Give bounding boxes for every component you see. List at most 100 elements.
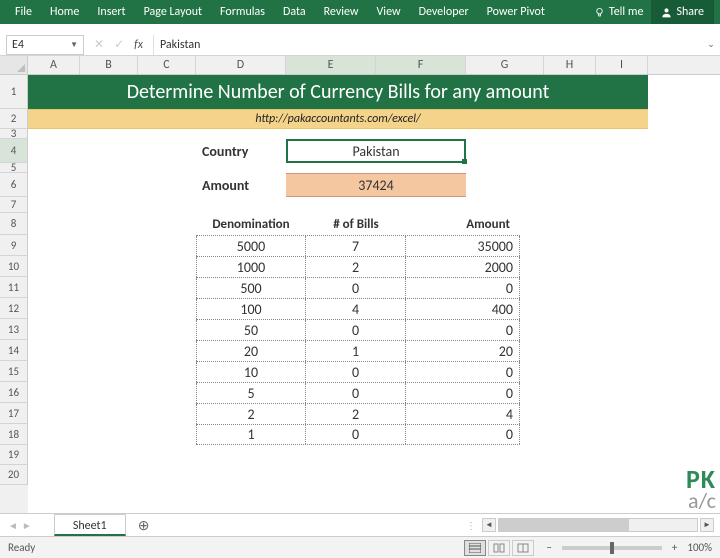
col-E[interactable]: E: [286, 56, 376, 74]
zoom-level[interactable]: 100%: [687, 541, 712, 554]
table-row[interactable]: 224: [196, 403, 520, 424]
row-14[interactable]: 14: [0, 340, 28, 361]
cell-amount[interactable]: 0: [406, 383, 520, 403]
cell-bills[interactable]: 7: [306, 236, 406, 256]
cell-bills[interactable]: 2: [306, 404, 406, 424]
cell-amount[interactable]: 2000: [406, 257, 520, 277]
tab-formulas[interactable]: Formulas: [211, 0, 274, 24]
cell-amount[interactable]: 4: [406, 404, 520, 424]
cell-amount[interactable]: 0: [406, 425, 520, 444]
table-row[interactable]: 100022000: [196, 256, 520, 277]
cell-denom[interactable]: 50: [196, 320, 306, 340]
name-box[interactable]: E4 ▼: [6, 35, 84, 55]
table-row[interactable]: 5000: [196, 319, 520, 340]
cell-amount[interactable]: 0: [406, 320, 520, 340]
cell-denom[interactable]: 1000: [196, 257, 306, 277]
cell-denom[interactable]: 5: [196, 383, 306, 403]
cells-area[interactable]: Determine Number of Currency Bills for a…: [28, 75, 720, 513]
cell-bills[interactable]: 0: [306, 320, 406, 340]
cell-denom[interactable]: 2: [196, 404, 306, 424]
tab-review[interactable]: Review: [315, 0, 368, 24]
table-row[interactable]: 20120: [196, 340, 520, 361]
nav-next-icon[interactable]: ►: [22, 519, 32, 532]
cell-amount[interactable]: 20: [406, 341, 520, 361]
cell-bills[interactable]: 0: [306, 425, 406, 444]
cell-bills[interactable]: 1: [306, 341, 406, 361]
zoom-out-button[interactable]: −: [546, 541, 551, 554]
add-sheet-button[interactable]: ⊕: [134, 515, 154, 535]
table-row[interactable]: 500: [196, 382, 520, 403]
row-1[interactable]: 1: [0, 75, 28, 109]
tab-power-pivot[interactable]: Power Pivot: [478, 0, 554, 24]
table-row[interactable]: 1004400: [196, 298, 520, 319]
col-C[interactable]: C: [138, 56, 196, 74]
row-3[interactable]: 3: [0, 129, 28, 139]
cell-amount[interactable]: 400: [406, 299, 520, 319]
row-12[interactable]: 12: [0, 298, 28, 319]
row-9[interactable]: 9: [0, 235, 28, 256]
col-G[interactable]: G: [466, 56, 544, 74]
table-row[interactable]: 100: [196, 424, 520, 445]
scroll-left-icon[interactable]: ◄: [482, 518, 496, 532]
table-row[interactable]: 50000: [196, 277, 520, 298]
title-cell[interactable]: Determine Number of Currency Bills for a…: [28, 75, 648, 109]
cell-bills[interactable]: 0: [306, 383, 406, 403]
row-6[interactable]: 6: [0, 173, 28, 197]
scrollbar-thumb[interactable]: [499, 519, 629, 531]
col-A[interactable]: A: [28, 56, 80, 74]
row-7[interactable]: 7: [0, 197, 28, 213]
tab-file[interactable]: File: [6, 0, 41, 24]
cell-amount[interactable]: 0: [406, 278, 520, 298]
col-H[interactable]: H: [544, 56, 596, 74]
cell-bills[interactable]: 2: [306, 257, 406, 277]
country-cell[interactable]: Pakistan: [286, 139, 466, 163]
cell-denom[interactable]: 10: [196, 362, 306, 382]
row-15[interactable]: 15: [0, 361, 28, 382]
nav-prev-icon[interactable]: ◄: [8, 519, 18, 532]
cell-denom[interactable]: 500: [196, 278, 306, 298]
tell-me[interactable]: Tell me: [586, 5, 652, 19]
fx-icon[interactable]: fx: [134, 38, 143, 52]
zoom-in-button[interactable]: +: [672, 541, 677, 554]
select-all-triangle[interactable]: [0, 56, 28, 74]
view-page-layout-icon[interactable]: [488, 540, 510, 556]
row-13[interactable]: 13: [0, 319, 28, 340]
row-17[interactable]: 17: [0, 403, 28, 424]
tab-view[interactable]: View: [368, 0, 410, 24]
amount-cell[interactable]: 37424: [286, 173, 466, 197]
cell-denom[interactable]: 5000: [196, 236, 306, 256]
tab-home[interactable]: Home: [41, 0, 88, 24]
cell-denom[interactable]: 100: [196, 299, 306, 319]
tab-data[interactable]: Data: [274, 0, 315, 24]
tab-insert[interactable]: Insert: [88, 0, 134, 24]
formula-input[interactable]: Pakistan: [153, 35, 702, 55]
col-B[interactable]: B: [80, 56, 138, 74]
cell-denom[interactable]: 20: [196, 341, 306, 361]
row-4[interactable]: 4: [0, 139, 28, 163]
cell-bills[interactable]: 0: [306, 362, 406, 382]
col-I[interactable]: I: [596, 56, 648, 74]
col-D[interactable]: D: [196, 56, 286, 74]
tab-developer[interactable]: Developer: [410, 0, 478, 24]
table-row[interactable]: 5000735000: [196, 235, 520, 256]
row-18[interactable]: 18: [0, 424, 28, 445]
formula-expand-icon[interactable]: ⌄: [702, 39, 720, 50]
cell-amount[interactable]: 35000: [406, 236, 520, 256]
share-button[interactable]: Share: [651, 0, 714, 24]
cell-denom[interactable]: 1: [196, 425, 306, 444]
table-row[interactable]: 1000: [196, 361, 520, 382]
cell-bills[interactable]: 4: [306, 299, 406, 319]
horizontal-scrollbar[interactable]: [498, 518, 698, 532]
link-cell[interactable]: http://pakaccountants.com/excel/: [28, 109, 648, 129]
sheet-tab-1[interactable]: Sheet1: [54, 514, 126, 536]
row-19[interactable]: 19: [0, 445, 28, 465]
cell-amount[interactable]: 0: [406, 362, 520, 382]
cancel-icon[interactable]: ✕: [94, 37, 104, 52]
cell-bills[interactable]: 0: [306, 278, 406, 298]
row-10[interactable]: 10: [0, 256, 28, 277]
row-8[interactable]: 8: [0, 213, 28, 235]
scroll-right-icon[interactable]: ►: [700, 518, 714, 532]
tab-page-layout[interactable]: Page Layout: [135, 0, 211, 24]
row-5[interactable]: 5: [0, 163, 28, 173]
row-2[interactable]: 2: [0, 109, 28, 129]
